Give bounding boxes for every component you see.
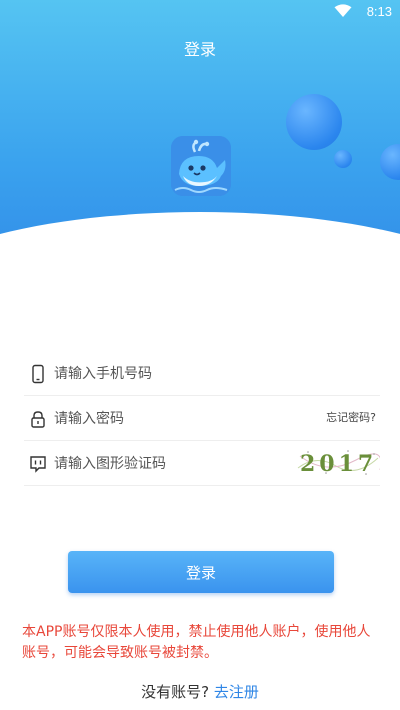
phone-input[interactable] [54, 362, 274, 386]
decor-bubble-edge [380, 144, 400, 180]
login-button[interactable]: 登录 [68, 551, 334, 593]
captcha-icon [28, 454, 48, 474]
captcha-text: 2017 [300, 451, 377, 477]
password-input[interactable] [54, 407, 274, 431]
decor-bubble-small [334, 150, 352, 168]
captcha-input[interactable] [54, 452, 274, 476]
welcome-text: 欢迎来到鲸妙圣典 [132, 225, 268, 245]
decor-bubble-large [286, 94, 342, 150]
page-title: 登录 [183, 40, 216, 59]
status-bar: 8:13 [0, 0, 400, 24]
status-time: 8:13 [366, 4, 392, 19]
forgot-password-link[interactable]: 忘记密码? [326, 409, 376, 425]
app-logo [171, 136, 231, 196]
password-row: 忘记密码? [24, 397, 380, 441]
phone-row [24, 352, 380, 396]
register-prompt-text: 没有账号? [141, 683, 210, 701]
register-link[interactable]: 去注册 [214, 683, 259, 701]
captcha-row: 2017 [24, 442, 380, 486]
account-warning: 本APP账号仅限本人使用，禁止使用他人账户，使用他人账号，可能会导致账号被封禁。 [22, 624, 371, 661]
lock-icon [28, 409, 48, 429]
captcha-image[interactable]: 2017 [296, 446, 380, 478]
register-prompt: 没有账号? 去注册 [0, 681, 400, 702]
wifi-icon [334, 4, 352, 22]
phone-icon [28, 364, 48, 384]
